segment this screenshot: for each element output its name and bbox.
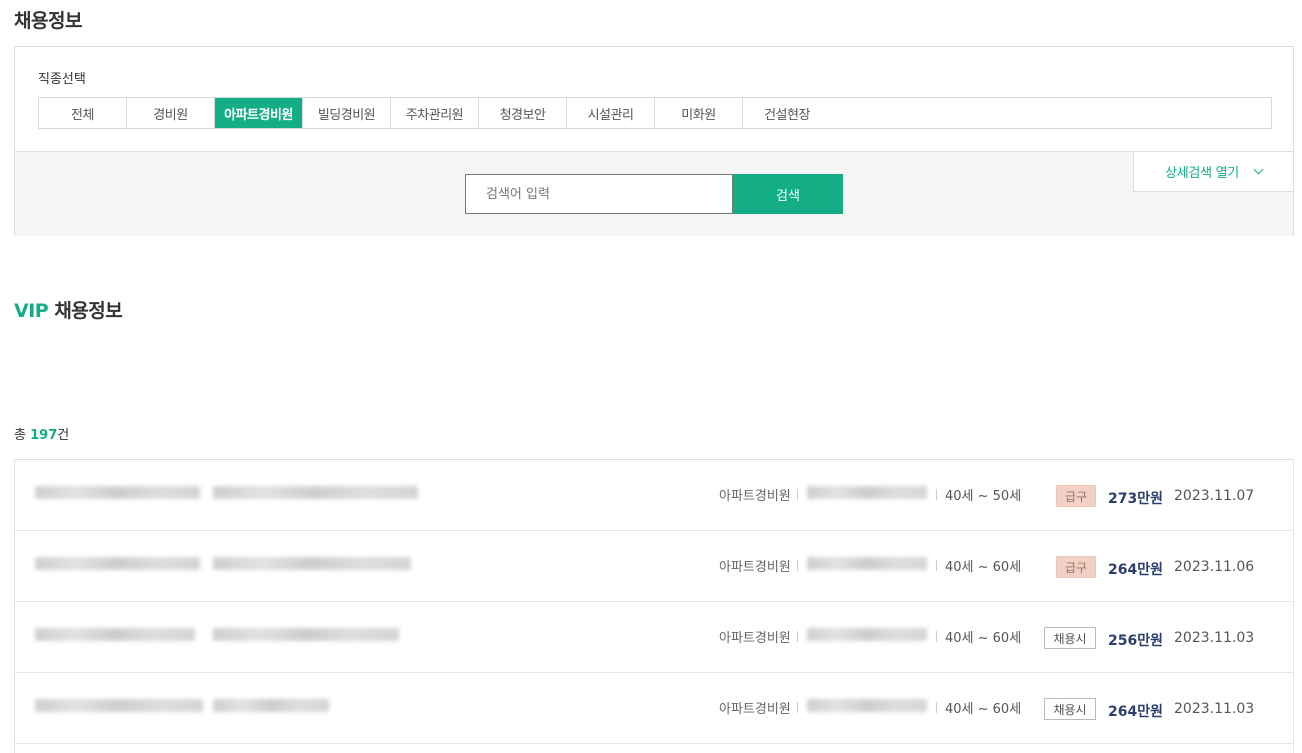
blurred-job-title <box>213 486 418 499</box>
search-button[interactable]: 검색 <box>733 174 843 214</box>
blurred-company-name <box>35 628 195 641</box>
job-tab-cleaning[interactable]: 미화원 <box>655 98 743 128</box>
blurred-job-title <box>213 557 411 570</box>
job-row[interactable]: 아파트경비원 40세 ~ 50세 급구 273만원 2023.11.07 <box>15 460 1293 531</box>
job-category: 아파트경비원 <box>719 631 791 646</box>
vip-label: VIP <box>14 300 49 322</box>
search-area: 검색 상세검색 열기 <box>15 151 1293 236</box>
total-prefix: 총 <box>14 428 26 443</box>
recruit-until-badge: 채용시 <box>1044 698 1096 720</box>
job-tab-security[interactable]: 청경보안 <box>479 98 567 128</box>
job-category: 아파트경비원 <box>719 560 791 575</box>
blurred-location <box>807 557 927 570</box>
blurred-location <box>807 699 927 712</box>
job-tab-construction[interactable]: 건설현장 <box>743 98 831 128</box>
urgent-badge: 급구 <box>1056 556 1096 578</box>
recruit-until-badge: 채용시 <box>1044 627 1096 649</box>
job-age-range: 40세 ~ 50세 <box>945 489 1022 504</box>
detail-search-toggle[interactable]: 상세검색 열기 <box>1133 152 1293 192</box>
blurred-company-name <box>35 699 203 712</box>
job-salary: 256만원 <box>1108 633 1163 649</box>
divider <box>936 560 937 571</box>
blurred-location <box>807 628 927 641</box>
divider <box>797 560 798 571</box>
job-tab-apartment-guard[interactable]: 아파트경비원 <box>215 98 303 128</box>
vip-title-text: 채용정보 <box>54 300 123 322</box>
job-tab-facility[interactable]: 시설관리 <box>567 98 655 128</box>
job-salary: 273만원 <box>1108 491 1163 507</box>
filter-panel: 직종선택 전체 경비원 아파트경비원 빌딩경비원 주차관리원 청경보안 시설관리… <box>14 46 1294 236</box>
job-date: 2023.11.03 <box>1174 701 1255 717</box>
divider <box>936 702 937 713</box>
divider <box>936 631 937 642</box>
job-row[interactable]: 아파트경비원 40세 ~ 60세 채용시 264만원 2023.11.03 <box>15 673 1293 744</box>
job-salary: 264만원 <box>1108 704 1163 720</box>
job-category: 아파트경비원 <box>719 702 791 717</box>
total-count: 총 197건 <box>14 424 69 443</box>
page-title: 채용정보 <box>14 10 82 32</box>
search-input[interactable] <box>465 174 733 214</box>
divider <box>797 702 798 713</box>
divider <box>797 489 798 500</box>
chevron-down-icon <box>1253 164 1264 175</box>
job-row[interactable]: 아파트경비원 40세 ~ 60세 채용시 256만원 2023.11.03 <box>15 602 1293 673</box>
job-row[interactable]: 아파트경비원 40세 ~ 60세 급구 264만원 2023.11.06 <box>15 531 1293 602</box>
urgent-badge: 급구 <box>1056 485 1096 507</box>
detail-search-label: 상세검색 열기 <box>1165 166 1239 181</box>
blurred-company-name <box>35 557 200 570</box>
vip-section-title: VIP 채용정보 <box>14 296 123 323</box>
job-tab-all[interactable]: 전체 <box>39 98 127 128</box>
job-category-label: 직종선택 <box>38 72 86 87</box>
job-age-range: 40세 ~ 60세 <box>945 560 1022 575</box>
job-list: 아파트경비원 40세 ~ 50세 급구 273만원 2023.11.07 아파트… <box>14 459 1294 753</box>
blurred-location <box>807 486 927 499</box>
divider <box>936 489 937 500</box>
job-tab-building-guard[interactable]: 빌딩경비원 <box>303 98 391 128</box>
job-age-range: 40세 ~ 60세 <box>945 631 1022 646</box>
job-tab-parking[interactable]: 주차관리원 <box>391 98 479 128</box>
job-category-tabs: 전체 경비원 아파트경비원 빌딩경비원 주차관리원 청경보안 시설관리 미화원 … <box>38 97 1272 129</box>
job-salary: 264만원 <box>1108 562 1163 578</box>
job-tab-guard[interactable]: 경비원 <box>127 98 215 128</box>
blurred-job-title <box>213 628 399 641</box>
job-age-range: 40세 ~ 60세 <box>945 702 1022 717</box>
blurred-job-title <box>213 699 329 712</box>
total-suffix: 건 <box>57 428 70 443</box>
job-date: 2023.11.07 <box>1174 488 1255 504</box>
job-date: 2023.11.06 <box>1174 559 1255 575</box>
job-category: 아파트경비원 <box>719 489 791 504</box>
blurred-company-name <box>35 486 200 499</box>
job-date: 2023.11.03 <box>1174 630 1255 646</box>
total-number: 197 <box>30 428 58 443</box>
divider <box>797 631 798 642</box>
